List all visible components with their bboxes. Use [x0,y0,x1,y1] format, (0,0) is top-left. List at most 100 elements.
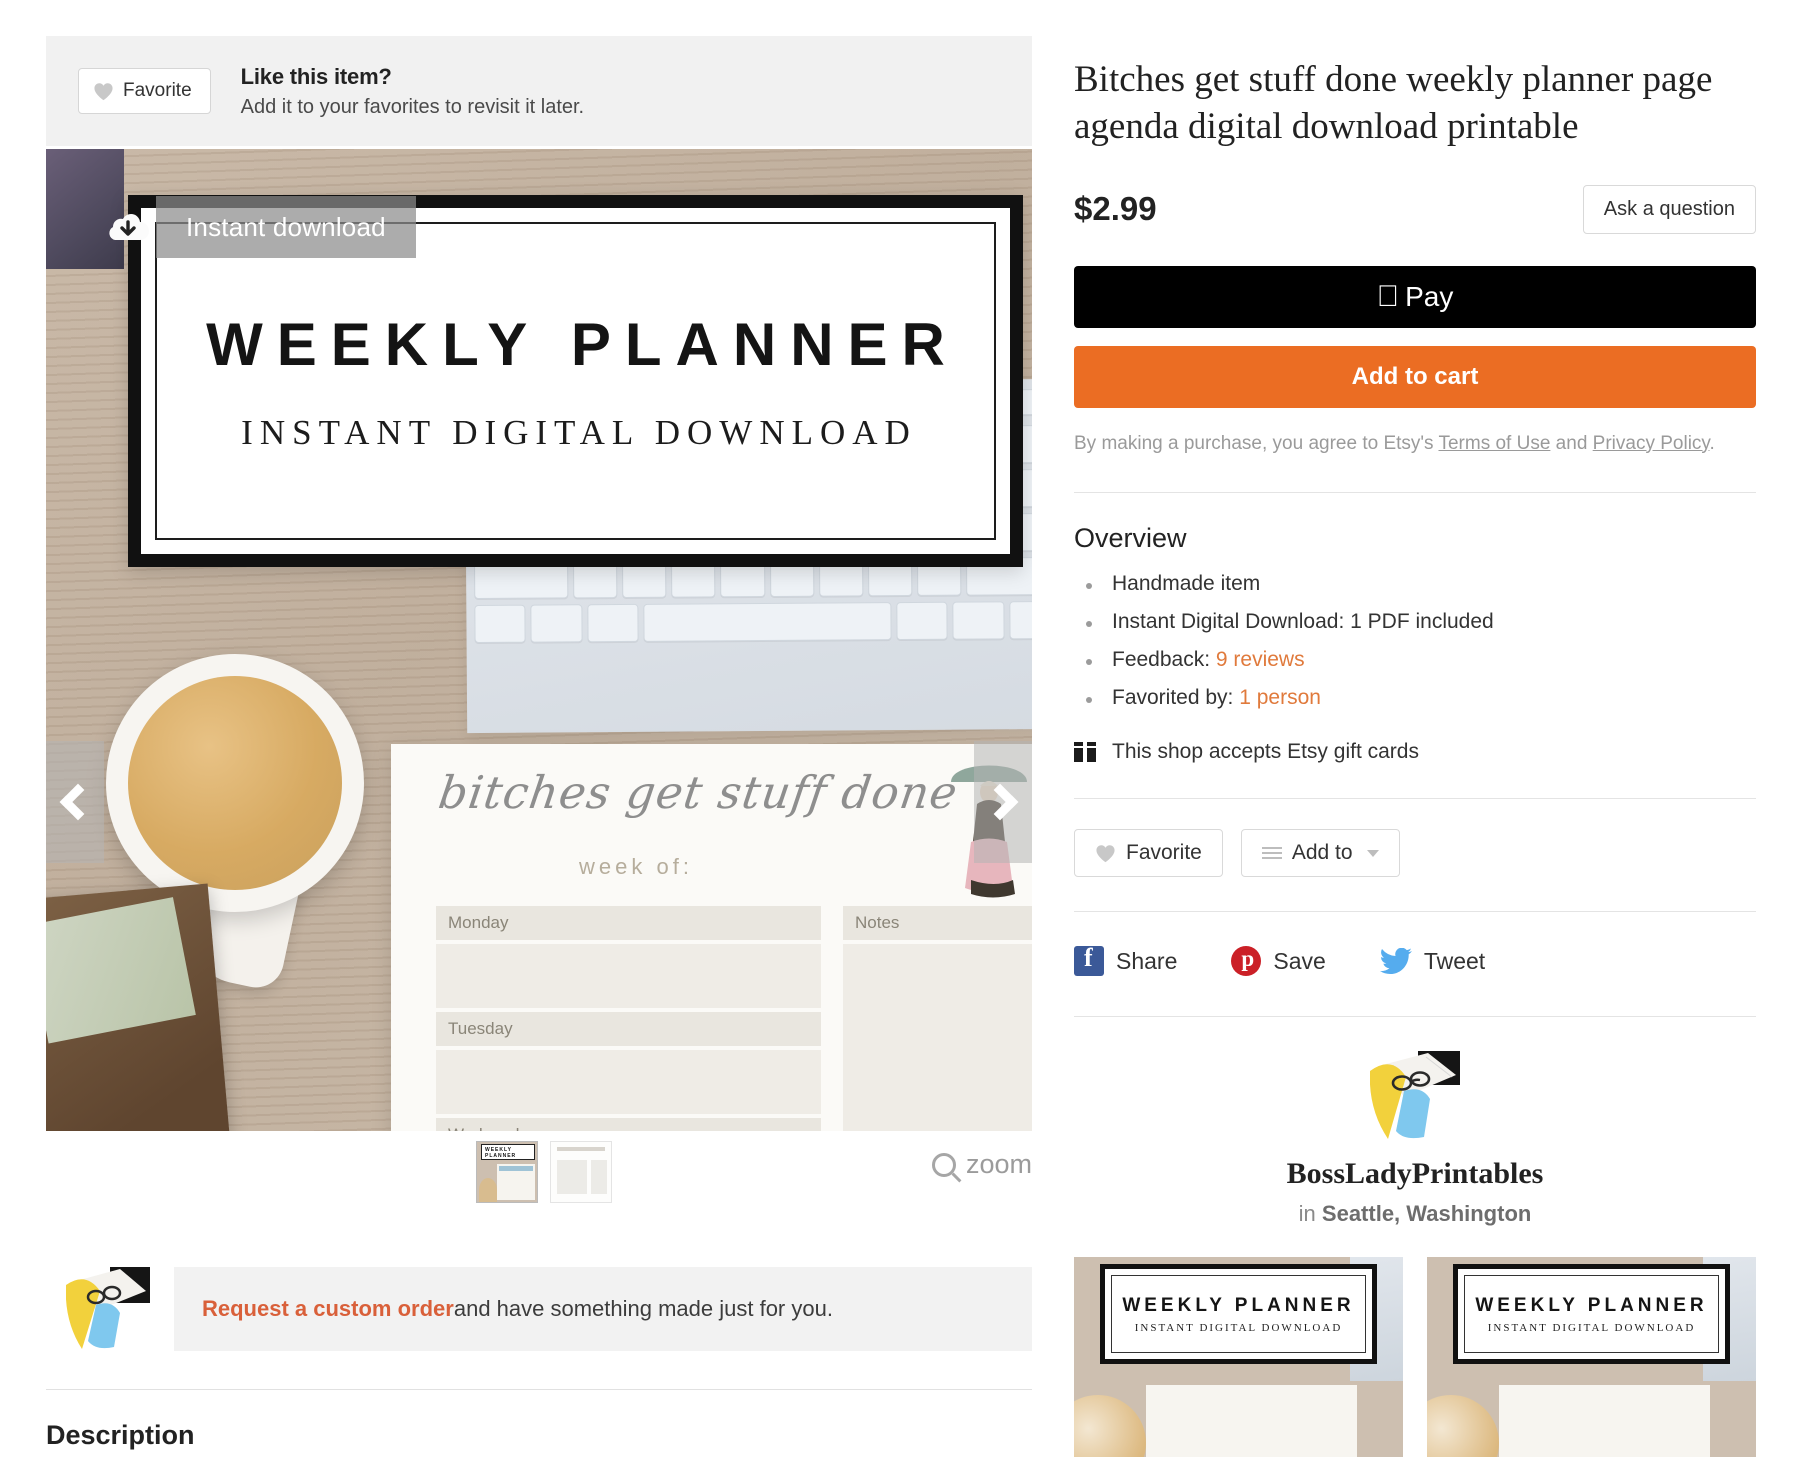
legal-prefix: By making a purchase, you agree to Etsy'… [1074,432,1439,454]
shop-listing-subtitle: INSTANT DIGITAL DOWNLOAD [1134,1321,1343,1334]
cloud-download-icon [106,209,150,243]
etsy-listing-page: Favorite Like this item? Add it to your … [0,0,1804,1463]
favorite-button[interactable]: Favorite [1074,829,1223,878]
planner-notes-label: Notes [843,906,1032,940]
zoom-label: zoom [965,1149,1032,1179]
custom-order-box: Request a custom order and have somethin… [174,1267,1032,1351]
twitter-icon [1379,947,1412,975]
share-facebook-button[interactable]: Share [1074,943,1178,977]
overview-item-text: Handmade item [1112,572,1261,596]
apple-logo-icon:  [1377,281,1400,312]
favorite-banner-text: Like this item? Add it to your favorites… [241,64,584,119]
banner-title: WEEKLY PLANNER [206,310,959,378]
legal-middle: and [1550,432,1593,454]
product-image-carousel[interactable]: WEEKLY PLANNER INSTANT DIGITAL DOWNLOAD … [46,149,1032,1131]
privacy-policy-link[interactable]: Privacy Policy [1593,433,1710,454]
facebook-icon [1074,943,1104,977]
listing-left-column: Favorite Like this item? Add it to your … [46,0,1032,1451]
magnifier-icon [931,1152,956,1177]
ask-a-question-button[interactable]: Ask a question [1582,184,1756,234]
planner-day-label: Tuesday [436,1012,821,1046]
coffee-cup [106,654,364,912]
overview-item-text: Feedback: [1112,648,1216,672]
shop-listing-2[interactable]: WEEKLY PLANNER INSTANT DIGITAL DOWNLOAD [1427,1257,1756,1458]
heart-icon [93,82,114,101]
banner-subtitle: INSTANT DIGITAL DOWNLOAD [241,412,917,452]
shop-listing-1[interactable]: WEEKLY PLANNER INSTANT DIGITAL DOWNLOAD [1074,1257,1403,1458]
planner-notes-block: Notes [843,906,1032,1131]
zoom-control[interactable]: zoom [931,1149,1032,1180]
listing-right-column: Bitches get stuff done weekly planner pa… [1074,56,1756,1458]
leather-notebook [46,883,234,1131]
planner-day-label: Monday [436,906,821,940]
pinterest-icon [1231,946,1262,977]
terms-of-use-link[interactable]: Terms of Use [1438,433,1550,454]
shop-listing-title: WEEKLY PLANNER [1122,1294,1355,1316]
thumbnail-2[interactable] [550,1141,612,1203]
listing-actions-row: Favorite Add to [1074,829,1756,878]
chevron-down-icon [1366,849,1379,857]
gift-card-row: This shop accepts Etsy gift cards [1074,740,1756,764]
planner-script-title: bitches get stuff done [435,766,962,819]
gift-card-text: This shop accepts Etsy gift cards [1112,740,1419,764]
planner-day-label: Wednesday [436,1118,821,1131]
share-label: Share [1116,947,1178,974]
custom-order-row: Request a custom order and have somethin… [46,1267,1032,1351]
shop-location-value: Seattle, Washington [1321,1201,1532,1227]
favorite-button-banner[interactable]: Favorite [78,68,211,114]
section-divider [46,1389,1032,1390]
gift-card-icon [1074,742,1096,763]
planner-week-of-label: week of: [579,854,693,879]
legal-suffix: . [1709,432,1715,454]
favorite-label: Favorite [1126,841,1202,865]
overview-item: Feedback: 9 reviews [1074,648,1756,672]
favorite-banner-title: Like this item? [240,63,392,89]
purchase-legal-text: By making a purchase, you agree to Etsy'… [1074,430,1756,459]
list-lines-icon [1261,847,1282,860]
save-pinterest-button[interactable]: Save [1231,946,1326,977]
add-to-collection-button[interactable]: Add to [1240,829,1400,878]
custom-order-rest: and have something made just for you. [453,1296,833,1321]
shop-name[interactable]: BossLadyPrintables [1074,1157,1756,1191]
instant-download-badge: Instant download [156,196,416,258]
add-to-cart-button[interactable]: Add to cart [1074,345,1756,408]
overview-list: Handmade item Instant Digital Download: … [1074,572,1756,710]
social-share-row: Share Save Tweet [1074,943,1756,977]
overview-item: Favorited by: 1 person [1074,686,1756,710]
carousel-next-button[interactable] [974,741,1032,863]
tweet-label: Tweet [1423,947,1486,974]
carousel-prev-button[interactable] [46,741,104,863]
planner-day-wednesday: Wednesday [436,1118,821,1131]
description-heading: Description [46,1420,195,1450]
divider-above-shop [1074,1016,1756,1018]
product-price: $2.99 [1074,190,1157,228]
custom-order-link[interactable]: Request a custom order [202,1296,454,1322]
save-label: Save [1273,947,1326,974]
planner-day-monday: Monday [436,906,821,1008]
overview-item-text: Favorited by: [1112,686,1240,710]
shop-location: in Seattle, Washington [1074,1201,1756,1227]
planner-day-tuesday: Tuesday [436,1012,821,1114]
favorited-by-link[interactable]: 1 person [1239,686,1321,709]
shop-avatar[interactable] [1370,1051,1460,1142]
planner-sheet: bitches get stuff done week of: Monday T… [391,744,1032,1131]
feedback-reviews-link[interactable]: 9 reviews [1216,648,1305,671]
shop-block: BossLadyPrintables in Seattle, Washingto… [1074,1051,1756,1458]
thumbnail-strip: WEEKLY PLANNER zoom [46,1141,1032,1233]
product-title: Bitches get stuff done weekly planner pa… [1074,59,1713,148]
overview-heading: Overview [1074,523,1187,554]
apple-pay-label: Pay [1393,280,1453,312]
shop-listing-title: WEEKLY PLANNER [1475,1294,1708,1316]
shop-avatar-small[interactable] [66,1267,150,1351]
tweet-twitter-button[interactable]: Tweet [1379,947,1486,975]
overview-item: Handmade item [1074,572,1756,596]
add-to-label: Add to [1291,841,1353,865]
chevron-left-icon [59,783,97,821]
shop-listing-subtitle: INSTANT DIGITAL DOWNLOAD [1487,1321,1696,1334]
thumbnail-1[interactable]: WEEKLY PLANNER [476,1141,538,1203]
apple-pay-button[interactable]:  Pay [1074,265,1756,328]
heart-icon [1095,844,1116,863]
favorite-banner-subtitle: Add it to your favorites to revisit it l… [240,95,585,118]
divider-above-overview [1074,492,1756,494]
cash-prop [46,897,196,1044]
